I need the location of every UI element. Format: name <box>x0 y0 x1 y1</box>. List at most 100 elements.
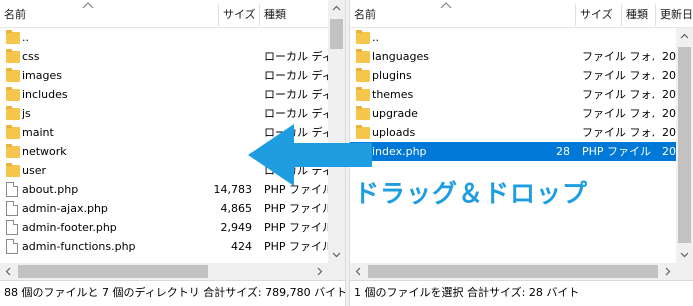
local-status-bar: 88 個のファイルと 7 個のディレクトリ 合計サイズ: 789,780 バイト <box>0 280 345 306</box>
scroll-up-icon[interactable] <box>328 0 345 17</box>
scroll-up-icon[interactable] <box>676 28 693 45</box>
folder-icon <box>6 30 20 44</box>
local-horizontal-scroll-thumb[interactable] <box>18 265 208 278</box>
scroll-left-icon[interactable] <box>0 263 17 280</box>
folder-row[interactable]: css ローカル ディスク <box>0 47 345 66</box>
folder-row[interactable]: uploads ファイル フォルダー 2020/ <box>350 123 693 142</box>
file-name: maint <box>22 126 54 139</box>
file-name: .. <box>22 31 29 44</box>
folder-icon <box>6 87 20 101</box>
column-header-name[interactable]: 名前 <box>350 0 575 28</box>
drag-and-drop-annotation: ドラッグ＆ドロップ <box>354 179 589 208</box>
column-header-name[interactable]: 名前 <box>0 0 218 28</box>
folder-row[interactable]: js ローカル ディスク <box>0 104 345 123</box>
file-type: PHP ファイル <box>264 221 328 234</box>
column-size-label: サイズ <box>580 8 613 21</box>
remote-horizontal-scrollbar[interactable] <box>350 263 676 280</box>
folder-icon <box>356 87 370 101</box>
folder-icon <box>6 68 20 82</box>
remote-status-bar: 1 個のファイルを選択 合計サイズ: 28 バイト <box>350 280 693 306</box>
file-row[interactable]: admin-footer.php 2,949 PHP ファイル <box>0 218 345 237</box>
folder-row[interactable]: .. <box>0 28 345 47</box>
file-name: css <box>22 50 40 63</box>
file-name: admin-functions.php <box>22 240 136 253</box>
folder-row[interactable]: languages ファイル フォルダー 2020/ <box>350 47 693 66</box>
file-type: ローカル ディスク <box>264 50 328 63</box>
file-modified: 2020/ <box>662 50 676 63</box>
file-size: 424 <box>231 240 252 253</box>
folder-icon <box>356 68 370 82</box>
column-header-type[interactable]: 種類 <box>260 0 330 28</box>
remote-vertical-scrollbar[interactable] <box>676 28 693 263</box>
column-modified-label: 更新日 <box>660 8 693 21</box>
file-type: PHP ファイル <box>582 145 652 158</box>
scroll-down-icon[interactable] <box>328 246 345 263</box>
file-modified: 2020/ <box>662 88 676 101</box>
scroll-left-icon[interactable] <box>350 263 367 280</box>
column-type-label: 種類 <box>626 8 648 21</box>
file-name: network <box>22 145 67 158</box>
file-name: uploads <box>372 126 416 139</box>
local-vertical-scroll-thumb[interactable] <box>330 19 343 49</box>
scroll-right-icon[interactable] <box>659 263 676 280</box>
scrollbar-corner <box>328 263 345 280</box>
remote-file-list[interactable]: 名前 サイズ 種類 更新日 .. languages ファイル フォルダー 2020/… <box>350 0 693 280</box>
folder-icon <box>6 144 20 158</box>
folder-icon <box>356 49 370 63</box>
file-name: upgrade <box>372 107 418 120</box>
folder-icon <box>6 49 20 63</box>
file-name: .. <box>372 31 379 44</box>
file-row[interactable]: admin-ajax.php 4,865 PHP ファイル <box>0 199 345 218</box>
column-name-label: 名前 <box>4 8 26 21</box>
file-name: index.php <box>372 145 427 158</box>
file-name: user <box>22 164 46 177</box>
remote-horizontal-scroll-thumb[interactable] <box>368 265 658 278</box>
folder-icon <box>356 106 370 120</box>
column-header-size[interactable]: サイズ <box>576 0 621 28</box>
folder-row[interactable]: .. <box>350 28 693 47</box>
file-size: 14,783 <box>213 183 253 196</box>
file-type: ファイル フォルダー <box>582 69 654 82</box>
file-icon <box>6 201 18 216</box>
folder-icon <box>6 125 20 139</box>
file-row[interactable]: admin-functions.php 424 PHP ファイル <box>0 237 345 256</box>
file-size: 4,865 <box>220 202 253 215</box>
file-type: ローカル ディスク <box>264 88 328 101</box>
file-name: includes <box>22 88 68 101</box>
file-modified: 2020/ <box>662 126 676 139</box>
scroll-down-icon[interactable] <box>676 246 693 263</box>
column-type-label: 種類 <box>264 8 286 21</box>
file-icon <box>6 239 18 254</box>
local-status-text: 88 個のファイルと 7 個のディレクトリ 合計サイズ: 789,780 バイト <box>4 286 345 299</box>
remote-vertical-scroll-thumb[interactable] <box>678 47 691 243</box>
local-list-header: 名前 サイズ 種類 <box>0 0 345 28</box>
file-name: languages <box>372 50 429 63</box>
column-name-label: 名前 <box>354 8 376 21</box>
remote-list-header: 名前 サイズ 種類 更新日 <box>350 0 693 28</box>
folder-icon <box>6 163 20 177</box>
folder-icon <box>356 30 370 44</box>
file-modified: 2020/ <box>662 69 676 82</box>
file-type: ローカル ディスク <box>264 107 328 120</box>
file-name: about.php <box>22 183 79 196</box>
folder-row[interactable]: includes ローカル ディスク <box>0 85 345 104</box>
folder-row[interactable]: upgrade ファイル フォルダー 2020/ <box>350 104 693 123</box>
file-modified: 2020/ <box>662 107 676 120</box>
file-name: themes <box>372 88 414 101</box>
file-size: 28 <box>556 145 570 158</box>
file-type: ファイル フォルダー <box>582 88 654 101</box>
file-type: ファイル フォルダー <box>582 50 654 63</box>
scroll-right-icon[interactable] <box>311 263 328 280</box>
column-header-type[interactable]: 種類 <box>622 0 658 28</box>
file-icon <box>6 182 18 197</box>
column-size-label: サイズ <box>223 8 256 21</box>
sort-ascending-icon <box>82 2 94 9</box>
folder-row[interactable]: plugins ファイル フォルダー 2020/ <box>350 66 693 85</box>
file-name: admin-footer.php <box>22 221 117 234</box>
folder-row[interactable]: themes ファイル フォルダー 2020/ <box>350 85 693 104</box>
column-header-modified[interactable]: 更新日 <box>656 0 693 28</box>
file-row[interactable]: index.php 28 PHP ファイル 2012/ <box>350 142 693 161</box>
column-header-size[interactable]: サイズ <box>219 0 259 28</box>
folder-row[interactable]: images ローカル ディスク <box>0 66 345 85</box>
local-horizontal-scrollbar[interactable] <box>0 263 328 280</box>
